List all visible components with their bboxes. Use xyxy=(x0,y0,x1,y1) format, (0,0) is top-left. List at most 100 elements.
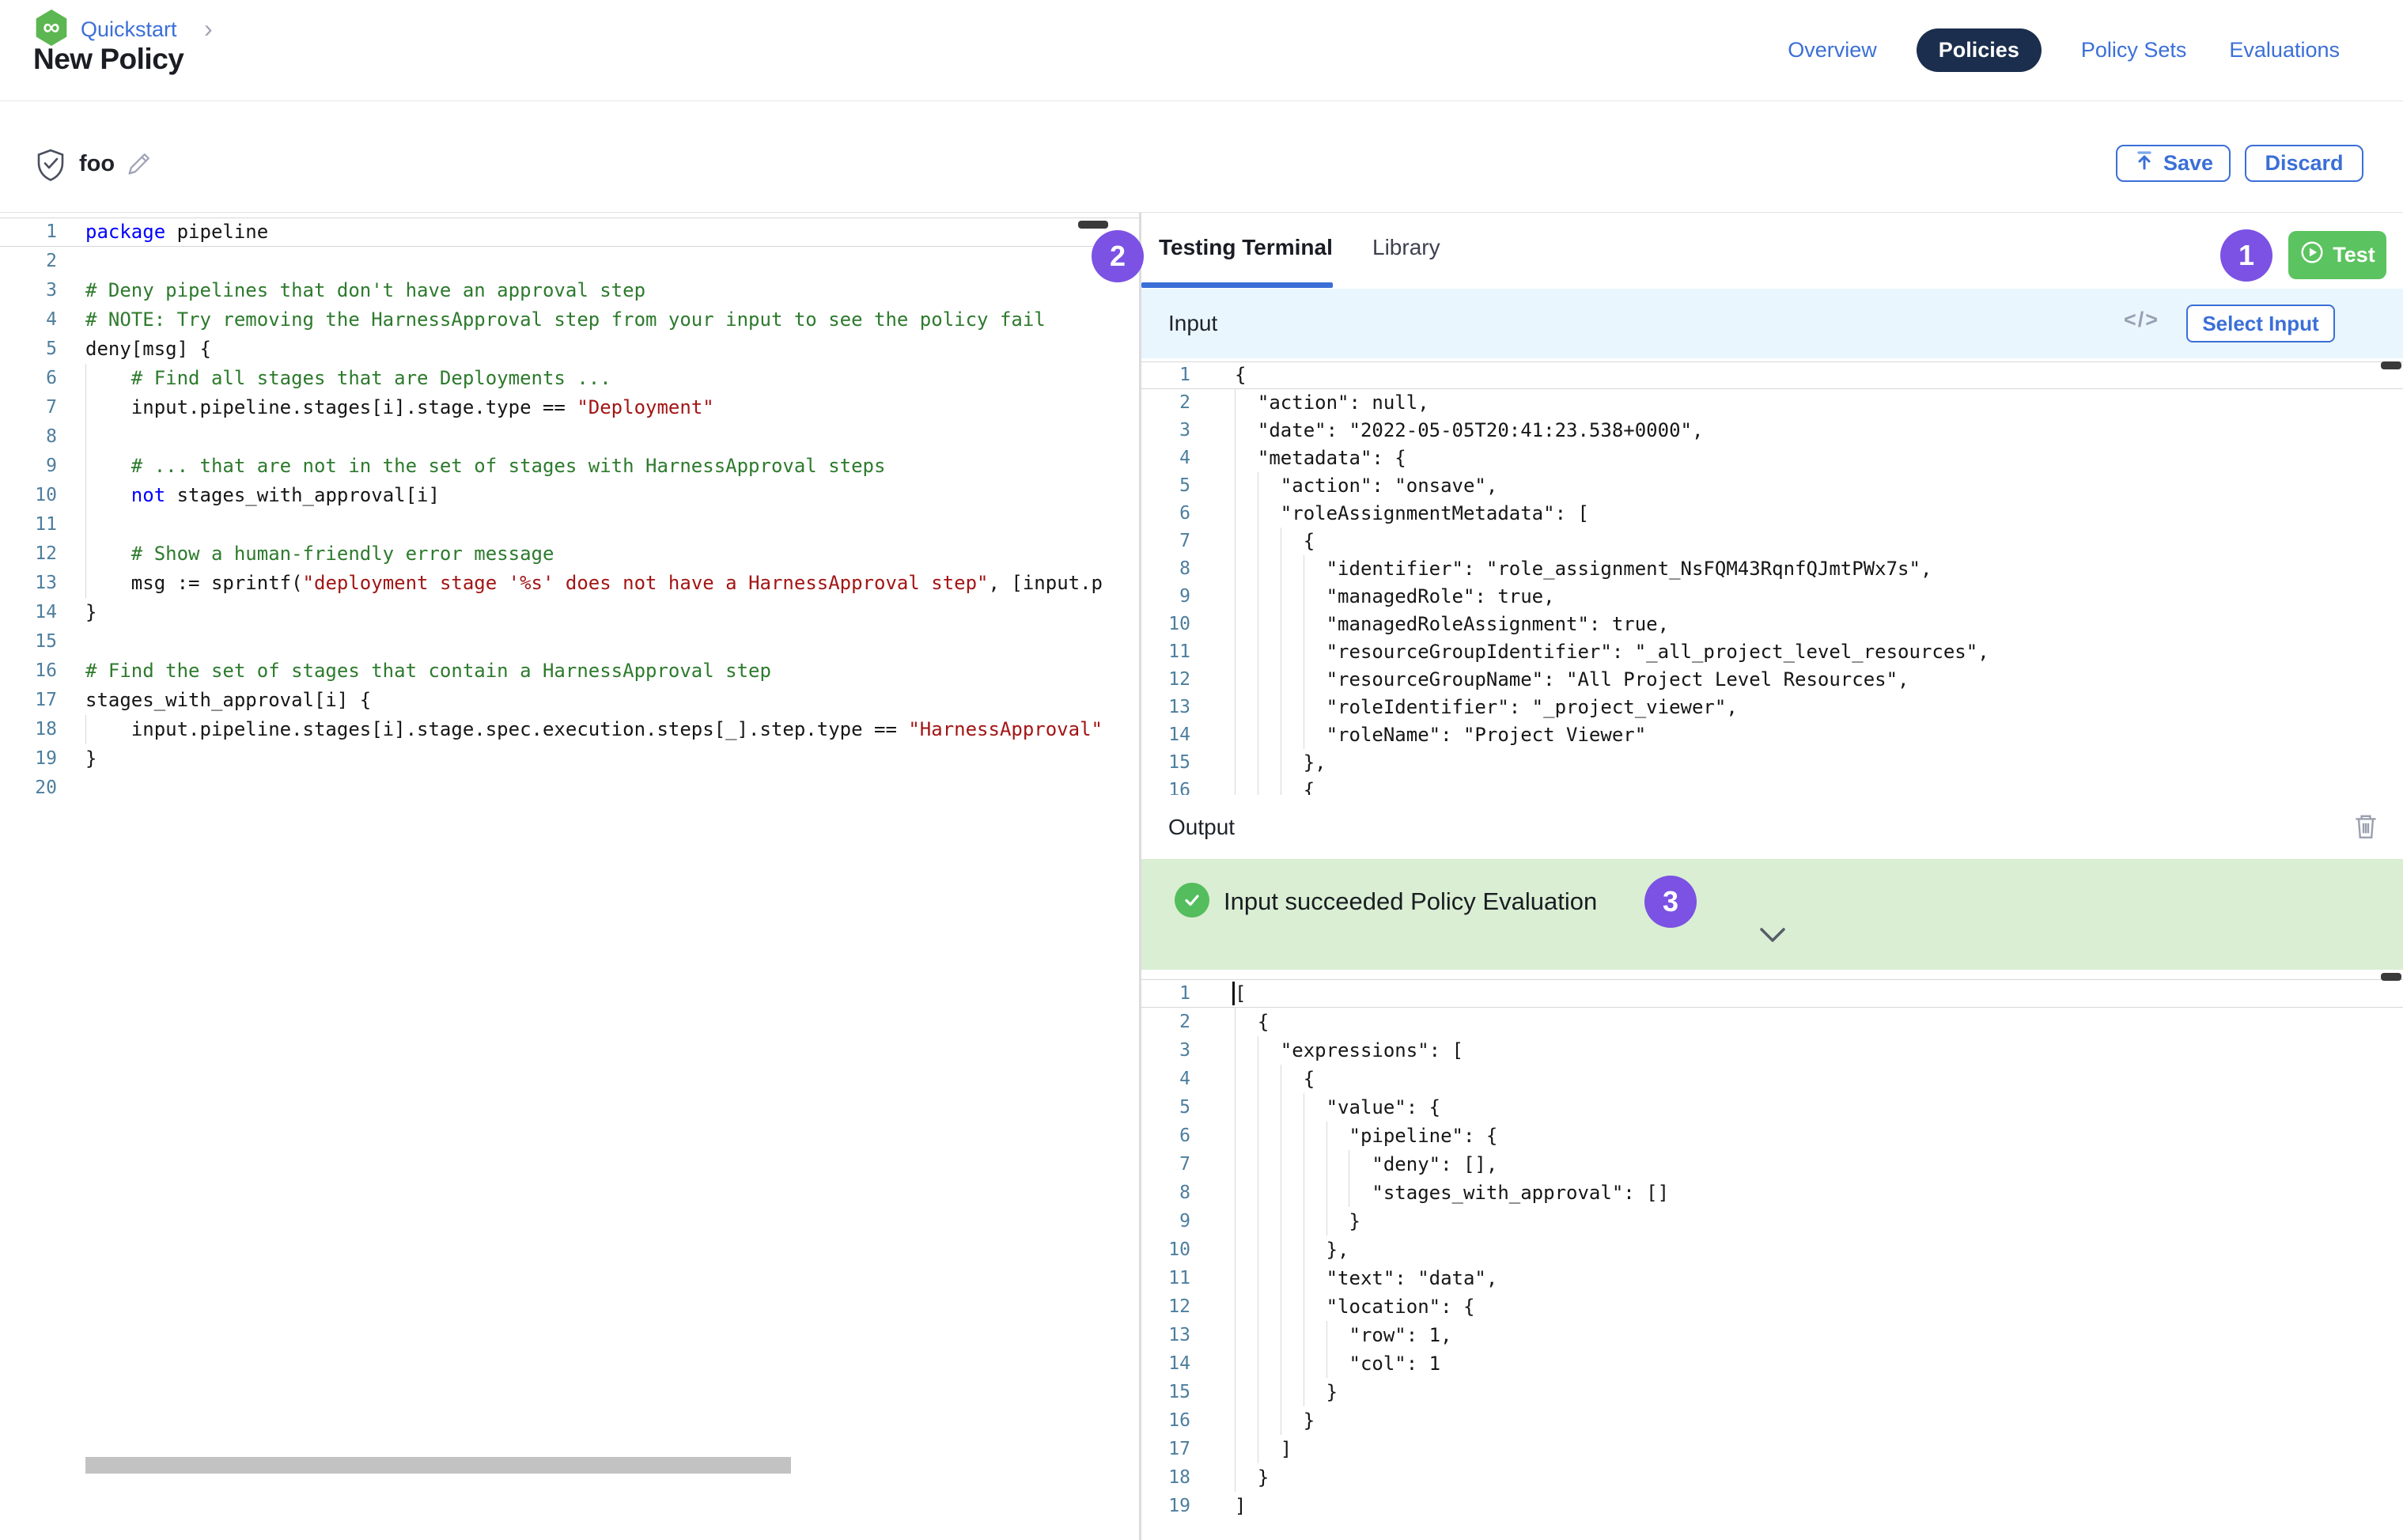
code-line[interactable]: 6 "pipeline": { xyxy=(1141,1122,2403,1150)
code-line[interactable]: 4# NOTE: Try removing the HarnessApprova… xyxy=(0,305,1139,335)
indent-guide xyxy=(1235,666,1236,694)
code-line[interactable]: 2 { xyxy=(1141,1008,2403,1036)
code-line[interactable]: 4 { xyxy=(1141,1065,2403,1093)
code-view-icon[interactable]: </> xyxy=(2124,308,2159,332)
code-line[interactable]: 9 "managedRole": true, xyxy=(1141,583,2403,611)
code-line[interactable]: 11 xyxy=(0,510,1139,539)
input-editor-scrollbar-thumb[interactable] xyxy=(2381,361,2401,369)
code-line[interactable]: 8 "identifier": "role_assignment_NsFQM43… xyxy=(1141,555,2403,583)
discard-button[interactable]: Discard xyxy=(2245,145,2363,182)
code-line[interactable]: 5 "action": "onsave", xyxy=(1141,472,2403,500)
line-number: 1 xyxy=(1141,361,1190,389)
chevron-down-icon[interactable] xyxy=(1758,926,1787,949)
line-number: 5 xyxy=(1141,472,1190,500)
breadcrumb[interactable]: Quickstart xyxy=(81,17,177,42)
code-line[interactable]: 12 "location": { xyxy=(1141,1292,2403,1321)
indent-guide xyxy=(1235,1264,1236,1292)
code-line[interactable]: 13 "roleIdentifier": "_project_viewer", xyxy=(1141,694,2403,721)
code-line[interactable]: 7 "deny": [], xyxy=(1141,1150,2403,1179)
line-number: 17 xyxy=(0,686,57,715)
code-line[interactable]: 11 "text": "data", xyxy=(1141,1264,2403,1292)
code-line[interactable]: 1package pipeline xyxy=(0,218,1139,247)
code-line[interactable]: 9 } xyxy=(1141,1207,2403,1235)
code-line[interactable]: 13 msg := sprintf("deployment stage '%s'… xyxy=(0,569,1139,598)
code-line[interactable]: 6 # Find all stages that are Deployments… xyxy=(0,364,1139,393)
code-line[interactable]: 14 "col": 1 xyxy=(1141,1349,2403,1378)
line-number: 19 xyxy=(0,744,57,774)
code-line[interactable]: 15 }, xyxy=(1141,749,2403,777)
trash-icon[interactable] xyxy=(2352,812,2379,845)
line-number: 17 xyxy=(1141,1435,1190,1463)
save-button[interactable]: Save xyxy=(2116,145,2231,182)
code-line[interactable]: 20 xyxy=(0,774,1139,803)
line-number: 10 xyxy=(1141,1235,1190,1264)
output-editor-scrollbar-thumb[interactable] xyxy=(2381,973,2401,981)
code-line[interactable]: 13 "row": 1, xyxy=(1141,1321,2403,1349)
line-number: 3 xyxy=(0,276,57,305)
policy-code-editor[interactable]: 1package pipeline23# Deny pipelines that… xyxy=(0,213,1139,1540)
line-number: 2 xyxy=(0,247,57,276)
code-line[interactable]: 8 "stages_with_approval": [] xyxy=(1141,1179,2403,1207)
code-line[interactable]: 5deny[msg] { xyxy=(0,335,1139,364)
code-line[interactable]: 7 input.pipeline.stages[i].stage.type ==… xyxy=(0,393,1139,422)
code-line[interactable]: 15 } xyxy=(1141,1378,2403,1406)
code-line[interactable]: 15 xyxy=(0,627,1139,656)
line-number: 16 xyxy=(1141,1406,1190,1435)
code-line[interactable]: 18 input.pipeline.stages[i].stage.spec.e… xyxy=(0,715,1139,744)
code-line[interactable]: 17stages_with_approval[i] { xyxy=(0,686,1139,715)
tab-testing-terminal[interactable]: Testing Terminal xyxy=(1159,235,1333,260)
code-line[interactable]: 14 "roleName": "Project Viewer" xyxy=(1141,721,2403,749)
code-line[interactable]: 3# Deny pipelines that don't have an app… xyxy=(0,276,1139,305)
testing-panel: Testing Terminal Library 2 1 Test Input … xyxy=(1141,213,2403,1540)
code-line[interactable]: 1{ xyxy=(1141,361,2403,389)
code-line[interactable]: 2 xyxy=(0,247,1139,276)
code-line[interactable]: 16 } xyxy=(1141,1406,2403,1435)
indent-guide xyxy=(85,715,86,744)
code-line[interactable]: 4 "metadata": { xyxy=(1141,445,2403,472)
code-line[interactable]: 16 { xyxy=(1141,777,2403,795)
select-input-button[interactable]: Select Input xyxy=(2186,305,2335,342)
output-json-editor[interactable]: 1[2 {3 "expressions": [4 {5 "value": {6 … xyxy=(1141,970,2403,1540)
edit-pencil-icon[interactable] xyxy=(125,149,153,182)
annotation-badge-3: 3 xyxy=(1644,876,1697,928)
indent-guide xyxy=(1235,1406,1236,1435)
code-line[interactable]: 17 ] xyxy=(1141,1435,2403,1463)
line-number: 11 xyxy=(1141,1264,1190,1292)
code-line[interactable]: 8 xyxy=(0,422,1139,452)
code-line[interactable]: 3 "expressions": [ xyxy=(1141,1036,2403,1065)
code-line[interactable]: 19} xyxy=(0,744,1139,774)
rego-editor-scrollbar-thumb[interactable] xyxy=(1078,221,1108,229)
nav-item-policy-sets[interactable]: Policy Sets xyxy=(2078,28,2190,72)
code-line[interactable]: 5 "value": { xyxy=(1141,1093,2403,1122)
code-line[interactable]: 12 # Show a human-friendly error message xyxy=(0,539,1139,569)
code-line[interactable]: 6 "roleAssignmentMetadata": [ xyxy=(1141,500,2403,528)
test-button[interactable]: Test xyxy=(2288,231,2386,279)
indent-guide xyxy=(1326,1179,1327,1207)
code-line[interactable]: 16# Find the set of stages that contain … xyxy=(0,656,1139,686)
success-check-icon xyxy=(1175,883,1209,918)
code-line[interactable]: 11 "resourceGroupIdentifier": "_all_proj… xyxy=(1141,638,2403,666)
code-line[interactable]: 10 not stages_with_approval[i] xyxy=(0,481,1139,510)
code-line[interactable]: 7 { xyxy=(1141,528,2403,555)
code-line[interactable]: 10 "managedRoleAssignment": true, xyxy=(1141,611,2403,638)
code-line[interactable]: 1[ xyxy=(1141,979,2403,1008)
line-number: 8 xyxy=(0,422,57,452)
indent-guide xyxy=(1326,1207,1327,1235)
code-line[interactable]: 3 "date": "2022-05-05T20:41:23.538+0000"… xyxy=(1141,417,2403,445)
nav-item-evaluations[interactable]: Evaluations xyxy=(2226,28,2343,72)
nav-item-overview[interactable]: Overview xyxy=(1784,28,1880,72)
code-line[interactable]: 9 # ... that are not in the set of stage… xyxy=(0,452,1139,481)
code-line[interactable]: 14} xyxy=(0,598,1139,627)
code-line[interactable]: 12 "resourceGroupName": "All Project Lev… xyxy=(1141,666,2403,694)
indent-guide xyxy=(1235,1008,1236,1036)
code-line[interactable]: 19] xyxy=(1141,1492,2403,1520)
input-json-editor[interactable]: 1{2 "action": null,3 "date": "2022-05-05… xyxy=(1141,358,2403,795)
tab-library[interactable]: Library xyxy=(1372,235,1440,260)
code-line[interactable]: 2 "action": null, xyxy=(1141,389,2403,417)
nav-item-policies[interactable]: Policies xyxy=(1917,28,2042,72)
indent-guide xyxy=(1235,1435,1236,1463)
code-line[interactable]: 18 } xyxy=(1141,1463,2403,1492)
code-line[interactable]: 10 }, xyxy=(1141,1235,2403,1264)
horizontal-scrollbar-thumb[interactable] xyxy=(85,1457,791,1474)
play-icon xyxy=(2299,240,2325,271)
